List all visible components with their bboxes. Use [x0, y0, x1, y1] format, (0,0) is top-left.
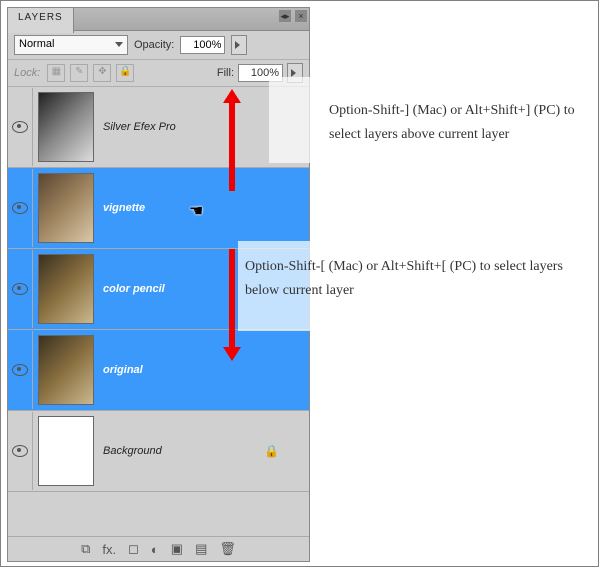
eye-icon [12, 283, 28, 295]
arrow-up-icon [229, 101, 235, 191]
layers-tab[interactable]: LAYERS [8, 8, 74, 33]
layer-row[interactable]: vignette [8, 168, 309, 249]
visibility-toggle[interactable] [8, 169, 33, 247]
blend-row: Normal Opacity: 100% [8, 31, 309, 60]
lock-icons: ▦ ✎ ✥ 🔒 [46, 64, 135, 82]
hand-cursor-icon: ☚ [189, 201, 203, 221]
layer-row[interactable]: Silver Efex Pro [8, 87, 309, 168]
layer-thumbnail[interactable] [38, 335, 94, 405]
panel-tabbar: LAYERS ◂▸ × [8, 8, 309, 31]
mask-icon[interactable]: ◻ [128, 541, 139, 557]
group-icon[interactable]: ▣ [171, 541, 183, 557]
annotation-down: Option-Shift-[ (Mac) or Alt+Shift+[ (PC)… [245, 255, 585, 303]
frame: LAYERS ◂▸ × Normal Opacity: 100% Lock: ▦… [0, 0, 599, 567]
visibility-toggle[interactable] [8, 412, 33, 490]
trash-icon[interactable]: 🗑 [219, 541, 236, 557]
opacity-flyout-button[interactable] [231, 35, 247, 55]
adjustment-icon[interactable]: ◐ [151, 542, 159, 557]
visibility-toggle[interactable] [8, 331, 33, 409]
arrow-down-icon [229, 249, 235, 349]
layer-thumbnail[interactable] [38, 92, 94, 162]
annotation-up: Option-Shift-] (Mac) or Alt+Shift+] (PC)… [329, 99, 589, 147]
eye-icon [12, 364, 28, 376]
lock-position-icon[interactable]: ✥ [93, 64, 111, 82]
lock-transparent-icon[interactable]: ▦ [47, 64, 65, 82]
lock-pixels-icon[interactable]: ✎ [70, 64, 88, 82]
layer-name[interactable]: vignette [103, 202, 145, 214]
link-layers-icon[interactable]: ⧉ [81, 541, 90, 557]
layer-name[interactable]: original [103, 364, 143, 376]
eye-icon [12, 121, 28, 133]
layer-name[interactable]: Silver Efex Pro [103, 121, 176, 133]
eye-icon [12, 445, 28, 457]
new-layer-icon[interactable]: ▤ [195, 541, 207, 557]
layer-row[interactable]: original [8, 330, 309, 411]
lock-label: Lock: [14, 67, 40, 79]
panel-controls: ◂▸ × [279, 10, 307, 22]
lock-row: Lock: ▦ ✎ ✥ 🔒 Fill: 100% [8, 60, 309, 87]
lock-all-icon[interactable]: 🔒 [116, 64, 134, 82]
layer-row[interactable]: Background 🔒 [8, 411, 309, 492]
blend-mode-select[interactable]: Normal [14, 35, 128, 55]
layer-name[interactable]: color pencil [103, 283, 165, 295]
fx-icon[interactable]: fx. [102, 542, 116, 557]
opacity-label: Opacity: [134, 39, 174, 51]
opacity-value[interactable]: 100% [180, 36, 225, 54]
layer-thumbnail[interactable] [38, 254, 94, 324]
visibility-toggle[interactable] [8, 250, 33, 328]
close-icon[interactable]: × [295, 10, 307, 22]
layer-thumbnail[interactable] [38, 173, 94, 243]
lock-icon: 🔒 [264, 444, 279, 458]
layer-thumbnail[interactable] [38, 416, 94, 486]
eye-icon [12, 202, 28, 214]
overlay-fog [269, 77, 329, 163]
fill-label: Fill: [217, 67, 234, 79]
panel-footer: ⧉ fx. ◻ ◐ ▣ ▤ 🗑 [8, 536, 309, 561]
collapse-icon[interactable]: ◂▸ [279, 10, 291, 22]
layer-name[interactable]: Background [103, 445, 162, 457]
visibility-toggle[interactable] [8, 88, 33, 166]
